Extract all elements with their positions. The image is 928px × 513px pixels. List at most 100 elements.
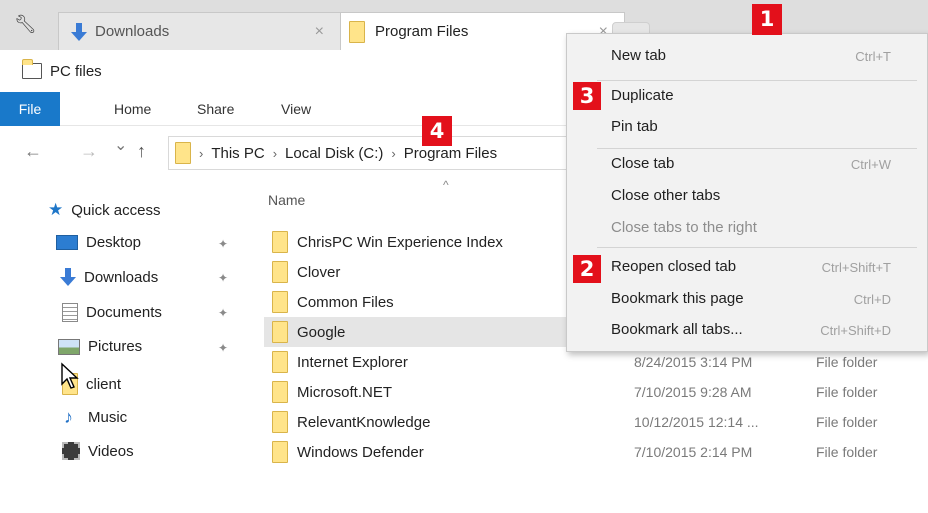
file-name: Windows Defender [297, 443, 424, 461]
folder-outline-icon [22, 59, 42, 79]
folder-icon [272, 261, 288, 283]
sidebar-item-downloads[interactable]: Downloads [60, 268, 158, 286]
documents-icon [62, 303, 78, 322]
sidebar-item-videos[interactable]: Videos [62, 442, 134, 460]
sidebar-item-documents[interactable]: Documents [62, 303, 162, 322]
callout-badge-2: 2 [573, 255, 601, 283]
breadcrumb-separator: › [272, 145, 278, 161]
ribbon-tab-view[interactable]: View [281, 92, 311, 126]
file-name: ChrisPC Win Experience Index [297, 233, 503, 251]
sidebar-item-desktop[interactable]: Desktop [56, 234, 141, 251]
menu-item-reopen-closed-tab[interactable]: Reopen closed tab [611, 258, 736, 275]
file-name: Google [297, 323, 346, 341]
file-name: Internet Explorer [297, 353, 408, 371]
tab-context-menu: New tab Ctrl+T Duplicate Pin tab Close t… [566, 33, 928, 352]
wrench-icon[interactable]: 🔧︎ [14, 14, 37, 35]
tab-downloads[interactable]: Downloads × [58, 12, 343, 50]
callout-badge-3: 3 [573, 82, 601, 110]
column-header-name[interactable]: Name [268, 192, 305, 208]
breadcrumb-this-pc[interactable]: This PC [211, 145, 264, 162]
file-row[interactable]: Microsoft.NET 7/10/2015 9:28 AM File fol… [264, 377, 928, 407]
folder-icon [272, 441, 288, 463]
folder-icon [272, 321, 288, 343]
shortcut-close-tab: Ctrl+W [850, 157, 891, 172]
recent-locations-icon[interactable]: ⌄ [114, 135, 127, 155]
up-arrow-icon[interactable]: ↑ [137, 141, 146, 162]
folder-icon [272, 231, 288, 253]
sidebar-item-pictures[interactable]: Pictures [58, 338, 142, 355]
pictures-icon [58, 338, 80, 355]
folder-icon [349, 20, 365, 43]
folder-icon [272, 411, 288, 433]
file-name: RelevantKnowledge [297, 413, 431, 431]
breadcrumb-separator: › [199, 145, 204, 161]
ribbon-tab-home[interactable]: Home [114, 92, 151, 126]
file-type: File folder [816, 444, 878, 460]
file-name: Microsoft.NET [297, 383, 393, 401]
sort-indicator-icon: ^ [443, 178, 449, 192]
close-icon[interactable]: × [315, 23, 324, 41]
ribbon-tab-share[interactable]: Share [197, 92, 234, 126]
desktop-icon [56, 235, 78, 250]
menu-item-duplicate[interactable]: Duplicate [611, 87, 674, 104]
breadcrumb-program-files[interactable]: Program Files [404, 145, 497, 162]
file-type: File folder [816, 414, 878, 430]
file-date: 8/24/2015 3:14 PM [634, 354, 753, 370]
sidebar-item-label: Pictures [88, 338, 143, 355]
menu-separator [597, 148, 917, 149]
callout-badge-1: 1 [752, 4, 782, 35]
star-icon: ★ [48, 200, 64, 219]
sidebar-item-label: Quick access [71, 201, 161, 219]
menu-item-close-other-tabs[interactable]: Close other tabs [611, 187, 720, 204]
menu-separator [597, 247, 917, 248]
pin-icon[interactable]: ✦ [218, 306, 228, 320]
sidebar-item-label: Downloads [84, 268, 159, 286]
sidebar-item-label: Music [88, 409, 128, 426]
back-arrow-icon[interactable]: ← [24, 141, 42, 162]
menu-item-close-tabs-right: Close tabs to the right [611, 219, 757, 236]
tab-downloads-label: Downloads [95, 23, 170, 40]
sidebar-item-label: Videos [88, 442, 134, 460]
file-date: 7/10/2015 2:14 PM [634, 444, 753, 460]
pin-icon[interactable]: ✦ [218, 237, 228, 251]
download-arrow-icon [60, 268, 76, 286]
folder-icon [272, 351, 288, 373]
breadcrumb-separator: › [391, 145, 396, 161]
sidebar-item-music[interactable]: ♪ Music [64, 407, 127, 428]
address-bar[interactable]: › This PC › Local Disk (C:) › Program Fi… [168, 136, 588, 170]
file-row[interactable]: Windows Defender 7/10/2015 2:14 PM File … [264, 437, 928, 467]
sidebar-item-quick-access[interactable]: ★ Quick access [48, 200, 160, 220]
shortcut-bookmark-all-tabs: Ctrl+Shift+D [820, 323, 891, 338]
music-note-icon: ♪ [64, 407, 73, 427]
sidebar-item-label: client [86, 375, 122, 393]
folder-icon [175, 142, 191, 164]
tab-program-files-label: Program Files [375, 23, 469, 40]
file-name: Common Files [297, 293, 394, 311]
download-arrow-icon [71, 22, 87, 41]
shortcut-bookmark-page: Ctrl+D [853, 292, 891, 307]
shortcut-reopen-closed-tab: Ctrl+Shift+T [821, 260, 891, 275]
menu-item-pin-tab[interactable]: Pin tab [611, 118, 658, 135]
file-date: 7/10/2015 9:28 AM [634, 384, 752, 400]
mouse-cursor-icon [61, 362, 79, 389]
menu-item-bookmark-all-tabs[interactable]: Bookmark all tabs... [611, 321, 743, 338]
file-date: 10/12/2015 12:14 ... [634, 414, 759, 430]
file-row[interactable]: RelevantKnowledge 10/12/2015 12:14 ... F… [264, 407, 928, 437]
pin-icon[interactable]: ✦ [218, 341, 228, 355]
file-type: File folder [816, 354, 878, 370]
sidebar-item-label: Documents [86, 304, 162, 321]
folder-icon [272, 381, 288, 403]
file-name: Clover [297, 263, 341, 281]
menu-item-new-tab[interactable]: New tab [611, 47, 666, 64]
callout-badge-4: 4 [422, 116, 452, 146]
breadcrumb-local-disk[interactable]: Local Disk (C:) [285, 145, 383, 162]
sidebar-item-label: Desktop [86, 234, 142, 251]
window-title: PC files [50, 62, 102, 80]
menu-item-close-tab[interactable]: Close tab [611, 155, 674, 172]
menu-item-bookmark-page[interactable]: Bookmark this page [611, 290, 744, 307]
pin-icon[interactable]: ✦ [218, 271, 228, 285]
forward-arrow-icon[interactable]: → [80, 141, 98, 162]
folder-icon [272, 291, 288, 313]
file-type: File folder [816, 384, 878, 400]
ribbon-tab-file[interactable]: File [0, 92, 60, 126]
